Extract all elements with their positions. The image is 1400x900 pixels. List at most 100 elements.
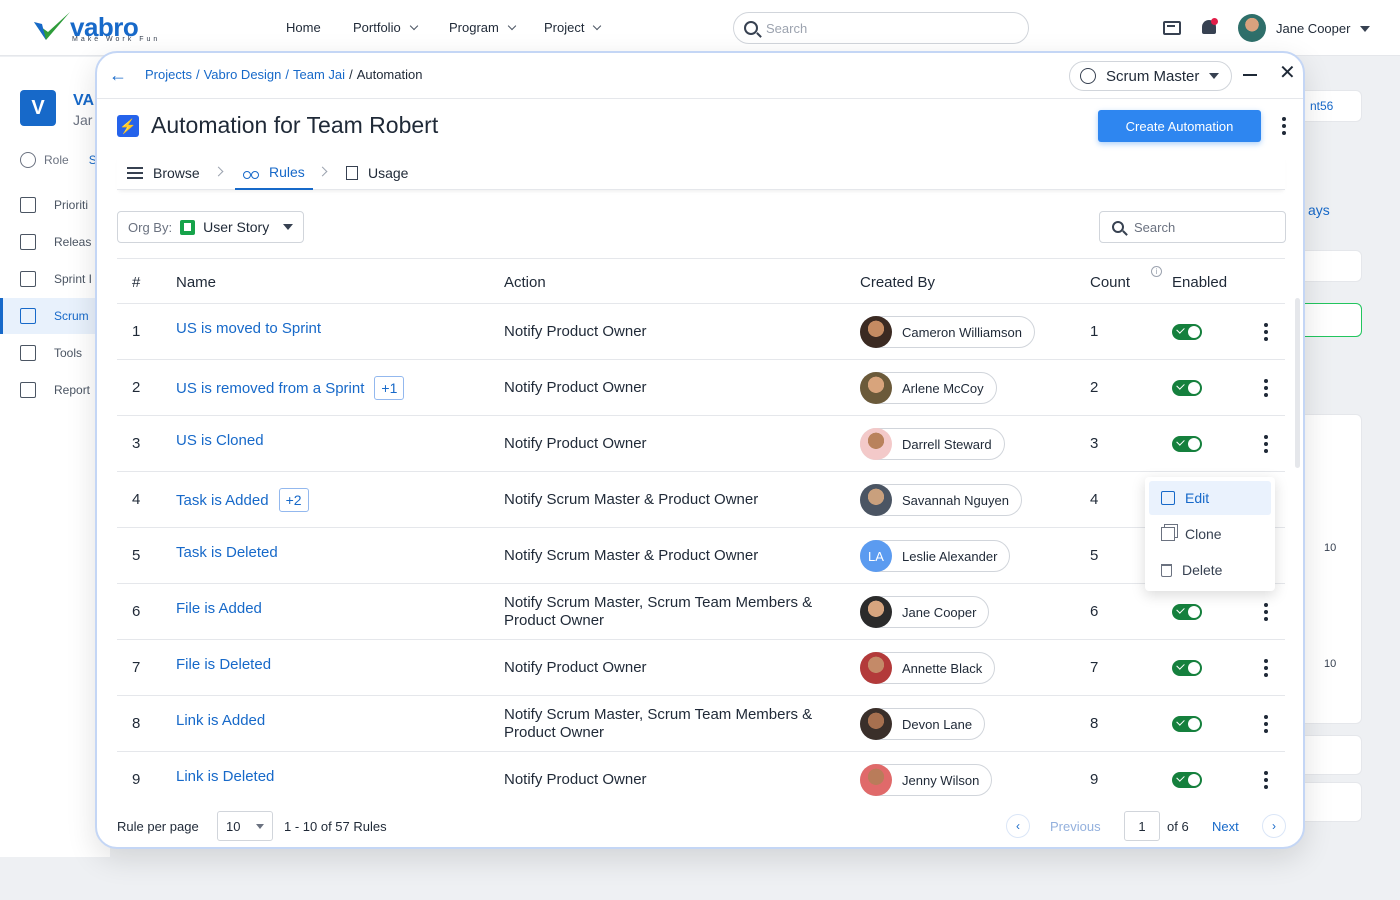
- search-icon: [1112, 221, 1124, 233]
- rule-name-link[interactable]: File is Deleted: [176, 656, 271, 673]
- column-header-created-by[interactable]: Created By: [860, 274, 935, 291]
- row-number: 7: [132, 659, 141, 676]
- creator-chip[interactable]: Darrell Steward: [860, 428, 1005, 460]
- enabled-toggle[interactable]: [1172, 324, 1202, 340]
- nav-project[interactable]: Project: [544, 20, 602, 35]
- enabled-toggle[interactable]: [1172, 660, 1202, 676]
- row-more-icon[interactable]: [1264, 379, 1268, 397]
- row-more-icon[interactable]: [1264, 771, 1268, 789]
- background-days-label: ays: [1308, 202, 1330, 218]
- messages-icon[interactable]: [1163, 21, 1181, 35]
- minimize-icon[interactable]: [1243, 74, 1257, 76]
- table-header: # Name Action Created By Count i Enabled: [117, 258, 1285, 304]
- create-automation-button[interactable]: Create Automation: [1098, 110, 1261, 142]
- sidebar-item-reports[interactable]: Report: [0, 372, 110, 408]
- nav-portfolio[interactable]: Portfolio: [353, 20, 418, 35]
- nav-program[interactable]: Program: [449, 20, 517, 35]
- sidebar-item-scrum[interactable]: Scrum: [0, 298, 110, 334]
- user-avatar[interactable]: [1238, 14, 1266, 42]
- row-more-icon[interactable]: [1264, 435, 1268, 453]
- close-icon[interactable]: ✕: [1279, 63, 1296, 83]
- nav-portfolio-label: Portfolio: [353, 20, 401, 35]
- row-more-icon[interactable]: [1264, 323, 1268, 341]
- table-scrollbar[interactable]: [1295, 298, 1300, 468]
- next-chevron-icon[interactable]: ›: [1262, 814, 1286, 838]
- tab-browse[interactable]: Browse: [119, 156, 208, 190]
- sidebar-item-release[interactable]: Releas: [0, 224, 110, 260]
- table-row: 1 US is moved to Sprint Notify Product O…: [117, 304, 1285, 360]
- rule-name-link[interactable]: US is Cloned: [176, 432, 264, 449]
- breadcrumb-team-jai[interactable]: Team Jai: [293, 67, 345, 82]
- menu-item-delete[interactable]: Delete: [1149, 553, 1271, 587]
- column-header-name[interactable]: Name: [176, 274, 216, 291]
- creator-chip[interactable]: Jenny Wilson: [860, 764, 993, 796]
- more-options-icon[interactable]: [1282, 117, 1286, 135]
- rule-name-link[interactable]: US is removed from a Sprint +1: [176, 376, 405, 400]
- page-number-input[interactable]: 1: [1124, 811, 1160, 841]
- back-arrow-icon[interactable]: ←: [109, 66, 127, 84]
- rule-name-link[interactable]: US is moved to Sprint: [176, 320, 321, 337]
- breadcrumb-separator: /: [195, 67, 200, 82]
- creator-chip[interactable]: LA Leslie Alexander: [860, 540, 1011, 572]
- per-page-select[interactable]: 10: [217, 811, 273, 841]
- sidebar-item-prioritization[interactable]: Prioriti: [0, 187, 110, 223]
- avatar: [860, 652, 892, 684]
- chevron-down-icon: [507, 21, 517, 30]
- user-name: Jane Cooper: [1276, 21, 1351, 36]
- row-more-icon[interactable]: [1264, 603, 1268, 621]
- total-pages: of 6: [1167, 819, 1189, 834]
- prev-chevron-icon[interactable]: ‹: [1006, 814, 1030, 838]
- enabled-toggle[interactable]: [1172, 380, 1202, 396]
- enabled-toggle[interactable]: [1172, 436, 1202, 452]
- creator-name: Annette Black: [902, 660, 983, 676]
- creator-chip[interactable]: Annette Black: [860, 652, 996, 684]
- role-selector[interactable]: Role Sc: [20, 152, 103, 168]
- enabled-toggle[interactable]: [1172, 772, 1202, 788]
- menu-item-clone[interactable]: Clone: [1149, 517, 1271, 551]
- rule-action: Notify Scrum Master & Product Owner: [504, 547, 759, 564]
- creator-chip[interactable]: Devon Lane: [860, 708, 986, 740]
- creator-chip[interactable]: Cameron Williamson: [860, 316, 1035, 348]
- creator-chip[interactable]: Jane Cooper: [860, 596, 990, 628]
- row-more-icon[interactable]: [1264, 659, 1268, 677]
- rule-name-link[interactable]: File is Added: [176, 600, 262, 617]
- sidebar-item-sprint[interactable]: Sprint I: [0, 261, 110, 297]
- global-search-input[interactable]: Search: [733, 12, 1029, 44]
- row-more-icon[interactable]: [1264, 715, 1268, 733]
- column-header-action[interactable]: Action: [504, 274, 546, 291]
- user-circle-icon: [1080, 68, 1096, 84]
- creator-name: Cameron Williamson: [902, 324, 1022, 340]
- next-button[interactable]: Next: [1212, 819, 1239, 834]
- previous-button[interactable]: Previous: [1050, 819, 1101, 834]
- breadcrumb-vabro-design[interactable]: Vabro Design: [204, 67, 282, 82]
- enabled-toggle[interactable]: [1172, 604, 1202, 620]
- extra-triggers-badge[interactable]: +1: [374, 376, 405, 400]
- rule-name-link[interactable]: Task is Added +2: [176, 488, 309, 512]
- menu-item-edit[interactable]: Edit: [1149, 481, 1271, 515]
- logo-tagline: Make Work Fun: [72, 36, 161, 43]
- tab-usage[interactable]: Usage: [338, 156, 416, 190]
- role-select[interactable]: Scrum Master: [1069, 61, 1232, 91]
- rule-name-link[interactable]: Link is Deleted: [176, 768, 274, 785]
- creator-chip[interactable]: Savannah Nguyen: [860, 484, 1022, 516]
- user-menu[interactable]: Jane Cooper: [1276, 21, 1371, 36]
- extra-triggers-badge[interactable]: +2: [278, 488, 309, 512]
- vabro-logo[interactable]: vabro Make Work Fun: [32, 10, 162, 46]
- org-by-select[interactable]: Org By: User Story: [117, 211, 304, 243]
- enabled-toggle[interactable]: [1172, 716, 1202, 732]
- breadcrumb-projects[interactable]: Projects: [145, 67, 192, 82]
- rule-name-link[interactable]: Link is Added: [176, 712, 265, 729]
- project-sub: Jar: [73, 112, 93, 128]
- tab-rules[interactable]: Rules: [235, 156, 313, 190]
- column-header-count[interactable]: Count: [1090, 274, 1130, 291]
- sidebar-item-tools[interactable]: Tools: [0, 335, 110, 371]
- rule-count: 8: [1090, 715, 1099, 732]
- rules-search-input[interactable]: Search: [1099, 211, 1286, 243]
- nav-home[interactable]: Home: [286, 20, 321, 35]
- info-icon[interactable]: i: [1151, 266, 1162, 277]
- rule-name-link[interactable]: Task is Deleted: [176, 544, 278, 561]
- rule-action: Notify Scrum Master & Product Owner: [504, 491, 759, 508]
- creator-chip[interactable]: Arlene McCoy: [860, 372, 997, 404]
- chevron-down-icon: [593, 21, 602, 30]
- sidebar-item-label: Tools: [54, 346, 83, 360]
